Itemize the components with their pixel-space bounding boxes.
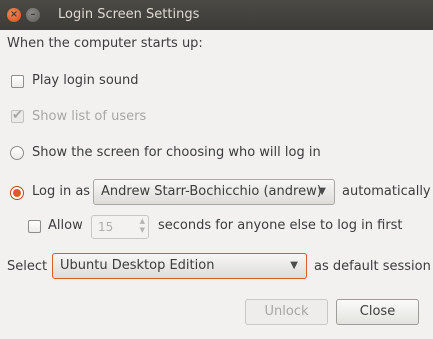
startup-heading: When the computer starts up: (7, 36, 203, 51)
automatically-label: automatically (342, 184, 431, 199)
log-in-as-label[interactable]: Log in as (32, 184, 90, 199)
log-in-as-radio[interactable] (10, 186, 24, 200)
default-session-value: Ubuntu Desktop Edition (60, 258, 215, 273)
minimize-window-icon[interactable]: – (26, 8, 40, 22)
play-login-sound-label[interactable]: Play login sound (32, 73, 139, 88)
delay-seconds-label: seconds for anyone else to log in first (158, 218, 403, 233)
delay-seconds-spinner[interactable]: 15 ▲ ▼ (91, 215, 149, 239)
delay-seconds-value: 15 (98, 220, 114, 234)
radio-selected-dot (13, 189, 21, 197)
allow-label[interactable]: Allow (48, 218, 83, 233)
select-session-label: Select (7, 259, 48, 274)
play-login-sound-checkbox[interactable] (11, 75, 24, 88)
show-users-checkbox[interactable]: ✔ (11, 108, 24, 123)
window-title: Login Screen Settings (58, 7, 200, 22)
choose-user-screen-label[interactable]: Show the screen for choosing who will lo… (32, 145, 321, 160)
show-users-label: Show list of users (32, 109, 147, 124)
choose-user-screen-radio[interactable] (10, 146, 24, 160)
spin-arrows-icon[interactable]: ▲ ▼ (140, 217, 145, 235)
login-screen-settings-window: × – Login Screen Settings When the compu… (0, 0, 433, 339)
checkmark-icon: ✔ (12, 108, 23, 123)
spin-up-icon[interactable]: ▲ (140, 217, 145, 225)
chevron-down-icon: ▼ (318, 186, 326, 197)
auto-login-user-value: Andrew Starr-Bochicchio (andrew) (101, 184, 322, 199)
spin-down-icon[interactable]: ▼ (140, 226, 145, 234)
auto-login-user-dropdown[interactable]: Andrew Starr-Bochicchio (andrew) ▼ (93, 179, 335, 205)
close-window-icon[interactable]: × (7, 8, 21, 22)
unlock-button[interactable]: Unlock (245, 299, 328, 325)
close-button[interactable]: Close (336, 299, 419, 325)
default-session-dropdown[interactable]: Ubuntu Desktop Edition ▼ (52, 253, 307, 279)
default-session-suffix: as default session (314, 259, 431, 274)
title-bar: × – Login Screen Settings (0, 0, 433, 30)
allow-delay-checkbox[interactable] (28, 220, 41, 233)
chevron-down-icon: ▼ (290, 260, 298, 271)
